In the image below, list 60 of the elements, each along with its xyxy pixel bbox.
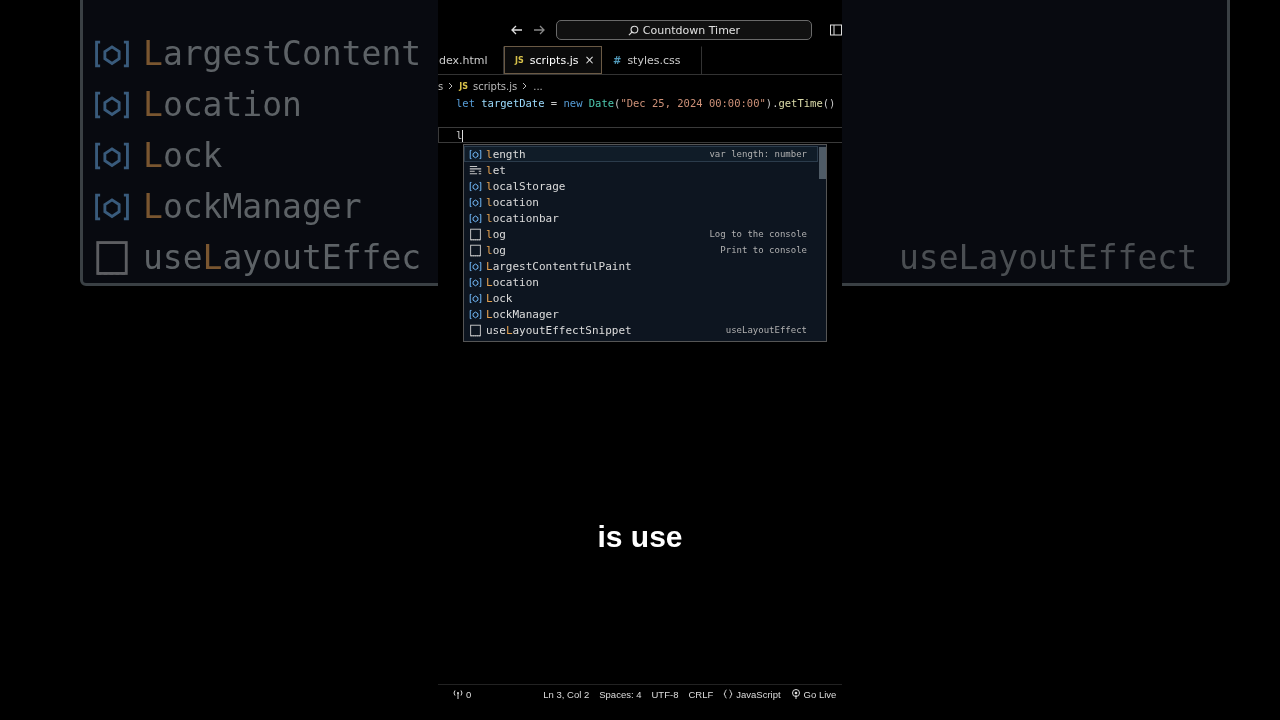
layout-icon[interactable] (830, 24, 842, 36)
chevron-icon (522, 82, 529, 90)
language-status[interactable]: JavaScript (718, 688, 786, 700)
status-item[interactable]: Ln 3, Col 2 (538, 688, 595, 700)
ports-status[interactable]: 0 (448, 688, 477, 700)
keyword-icon (469, 163, 482, 177)
snippet-icon (469, 323, 482, 337)
suggestion-item[interactable]: Location (464, 274, 818, 290)
suggestion-item[interactable]: LockManager (464, 306, 818, 322)
snippet-icon (469, 243, 482, 257)
suggestion-label: Lock (143, 136, 223, 175)
file-tab[interactable]: dex.html (438, 46, 504, 74)
suggestion-item[interactable]: location (464, 194, 818, 210)
variable-icon (469, 211, 482, 225)
suggestion-item[interactable]: let (464, 162, 818, 178)
variable-icon (469, 147, 482, 161)
breadcrumb-item[interactable]: s (438, 80, 444, 92)
broadcast-icon (790, 689, 801, 699)
suggestion-item[interactable]: localStorage (464, 178, 818, 194)
suggestion-item[interactable]: useLayoutEffectSnippet useLayoutEffect (464, 322, 818, 338)
variable-icon (469, 195, 482, 209)
variable-icon (469, 307, 482, 321)
status-item[interactable]: Spaces: 4 (594, 688, 647, 700)
close-tab-button[interactable]: × (584, 53, 595, 67)
scrollbar-thumb[interactable] (819, 147, 826, 179)
js-file-icon: JS (459, 81, 468, 91)
code-line: l (456, 129, 463, 141)
code-line: let targetDate = new Date("Dec 25, 2024 00:00:00").getTime() (456, 97, 836, 109)
variable-icon (469, 275, 482, 289)
braces-icon (723, 689, 734, 699)
breadcrumb-item[interactable]: ... (533, 80, 543, 92)
suggestion-item[interactable]: log Log to the console (464, 226, 818, 242)
variable-icon (469, 179, 482, 193)
suggestion-detail: useLayoutEffect (899, 238, 1197, 277)
suggestion-item[interactable]: LargestContentfulPaint (464, 258, 818, 274)
snippet-icon (93, 238, 131, 277)
command-search-field[interactable]: Countdown Timer (556, 20, 812, 40)
snippet-icon (469, 227, 482, 241)
antenna-icon (453, 689, 463, 699)
search-icon (627, 24, 639, 36)
chevron-icon (448, 82, 455, 90)
suggestion-item[interactable]: locationbar (464, 210, 818, 226)
file-tab[interactable]: JS scripts.js × (504, 46, 602, 74)
suggestion-label: LargestContent (143, 34, 422, 73)
variable-icon (469, 259, 482, 273)
suggestion-item[interactable]: Lock (464, 290, 818, 306)
back-arrow-icon[interactable] (510, 23, 524, 37)
suggestion-item[interactable]: log Print to console (464, 242, 818, 258)
variable-icon (469, 291, 482, 305)
status-item[interactable]: CRLF (683, 688, 719, 700)
go-live-status[interactable]: Go Live (785, 688, 842, 700)
suggestion-label: LockManager (143, 187, 362, 226)
suggestion-label: Location (143, 85, 302, 124)
suggestion-label: useLayoutEffec (143, 238, 422, 277)
breadcrumb-item[interactable]: scripts.js (472, 80, 518, 92)
text-cursor (462, 130, 464, 142)
forward-arrow-icon[interactable] (532, 23, 546, 37)
video-caption: is use (597, 520, 683, 553)
suggestion-item[interactable]: length var length: number (464, 146, 818, 162)
status-item[interactable]: UTF-8 (646, 688, 684, 700)
